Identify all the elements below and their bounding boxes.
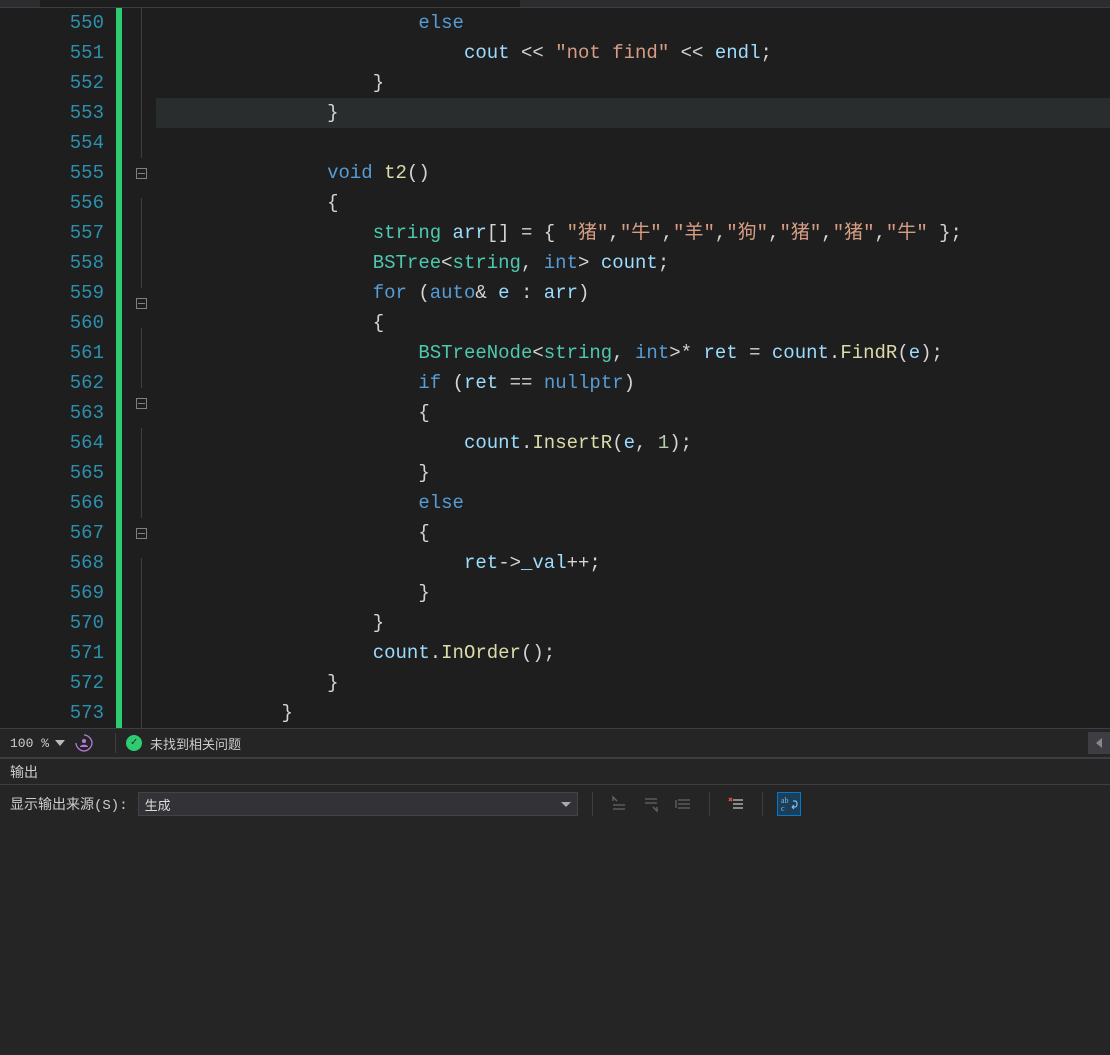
output-source-value: 生成 bbox=[145, 795, 171, 814]
tab-active[interactable] bbox=[40, 0, 520, 7]
zoom-dropdown-icon[interactable] bbox=[55, 737, 67, 749]
tab-strip bbox=[0, 0, 1110, 8]
output-source-label: 显示输出来源(S): bbox=[10, 794, 128, 814]
code-area[interactable]: else cout << "not find" << endl; } } voi… bbox=[156, 8, 1110, 728]
code-editor[interactable]: 5505515525535545555565575585595605615625… bbox=[0, 8, 1110, 728]
fold-column[interactable] bbox=[126, 8, 156, 728]
hscroll-left-icon[interactable] bbox=[1088, 732, 1110, 754]
prev-message-button[interactable] bbox=[607, 792, 631, 816]
output-panel-title[interactable]: 输出 bbox=[10, 762, 38, 782]
next-message-button[interactable] bbox=[639, 792, 663, 816]
toggle-word-wrap-button[interactable]: ab c bbox=[777, 792, 801, 816]
clear-output-button[interactable] bbox=[724, 792, 748, 816]
editor-status-bar: 100 % 未找到相关问题 bbox=[0, 728, 1110, 757]
zoom-level[interactable]: 100 % bbox=[0, 736, 55, 751]
status-ok-icon[interactable] bbox=[126, 735, 142, 751]
svg-text:c: c bbox=[781, 804, 785, 813]
output-panel: 输出 显示输出来源(S): 生成 bbox=[0, 757, 1110, 1055]
change-marker bbox=[116, 8, 126, 728]
intellicode-icon[interactable] bbox=[75, 734, 93, 752]
caret-down-icon bbox=[561, 802, 571, 807]
issues-status[interactable]: 未找到相关问题 bbox=[150, 734, 241, 753]
output-toolbar: 显示输出来源(S): 生成 bbox=[0, 785, 1110, 823]
output-source-dropdown[interactable]: 生成 bbox=[138, 792, 578, 816]
tab-inactive[interactable] bbox=[560, 0, 1040, 7]
clear-all-button[interactable] bbox=[671, 792, 695, 816]
output-body[interactable] bbox=[0, 823, 1110, 1055]
line-numbers: 5505515525535545555565575585595605615625… bbox=[16, 8, 116, 728]
